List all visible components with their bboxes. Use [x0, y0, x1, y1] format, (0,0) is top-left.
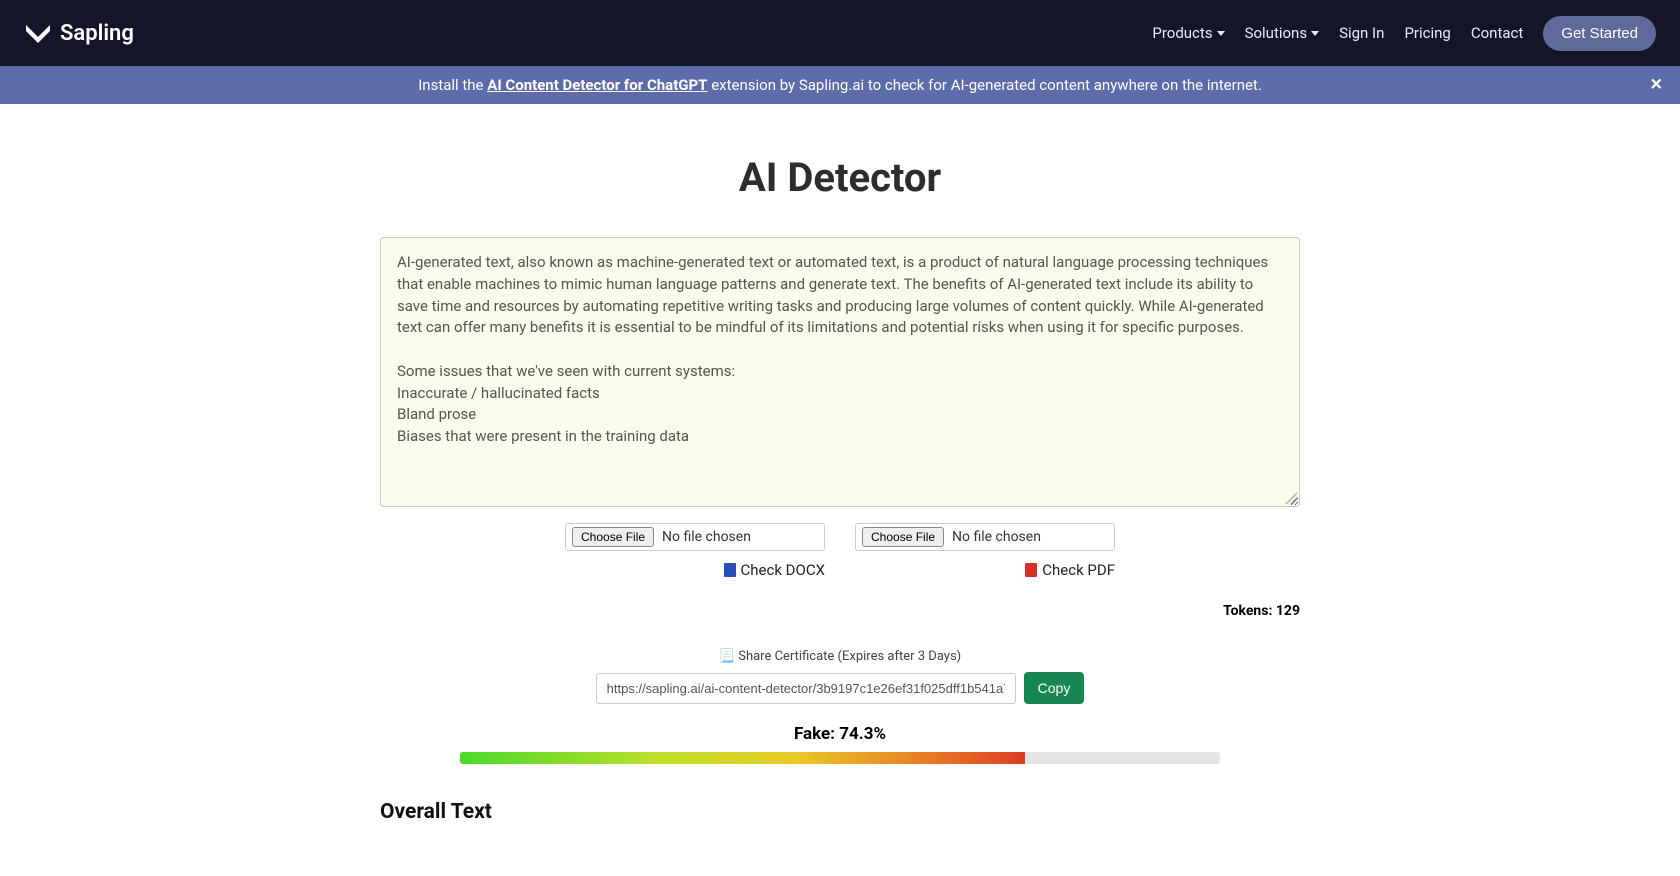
choose-file-docx-button[interactable]: Choose File	[572, 527, 654, 547]
docx-file-icon	[724, 563, 736, 577]
page-title: AI Detector	[380, 154, 1300, 201]
fake-progress-fill	[460, 752, 1025, 764]
copy-button[interactable]: Copy	[1024, 672, 1085, 704]
get-started-button[interactable]: Get Started	[1543, 16, 1656, 51]
choose-file-pdf-button[interactable]: Choose File	[862, 527, 944, 547]
close-icon[interactable]: ×	[1650, 74, 1662, 97]
text-input[interactable]: AI-generated text, also known as machine…	[380, 237, 1300, 507]
logo[interactable]: Sapling	[24, 21, 134, 46]
pdf-file-status: No file chosen	[952, 529, 1041, 545]
share-url-input[interactable]	[596, 673, 1016, 704]
banner-link[interactable]: AI Content Detector for ChatGPT	[487, 76, 707, 94]
nav-signin[interactable]: Sign In	[1339, 24, 1384, 42]
pdf-file-picker[interactable]: Choose File No file chosen	[855, 523, 1115, 551]
nav-solutions[interactable]: Solutions	[1245, 24, 1320, 42]
install-banner: Install the AI Content Detector for Chat…	[0, 66, 1680, 104]
nav-contact[interactable]: Contact	[1471, 24, 1523, 42]
check-docx-label[interactable]: Check DOCX	[724, 561, 826, 579]
share-input-row: Copy	[380, 672, 1300, 704]
chevron-down-icon	[1217, 31, 1225, 36]
overall-text-heading: Overall Text	[380, 800, 1300, 824]
logo-icon	[24, 23, 52, 43]
nav-pricing[interactable]: Pricing	[1404, 24, 1450, 42]
check-pdf-label[interactable]: Check PDF	[1025, 561, 1115, 579]
banner-text: Install the AI Content Detector for Chat…	[418, 76, 1262, 94]
docx-upload-block: Choose File No file chosen Check DOCX	[565, 523, 825, 579]
tokens-count: Tokens: 129	[380, 603, 1300, 619]
fake-progress-bar	[460, 752, 1220, 764]
docx-file-picker[interactable]: Choose File No file chosen	[565, 523, 825, 551]
pdf-file-icon	[1025, 563, 1037, 577]
pdf-upload-block: Choose File No file chosen Check PDF	[855, 523, 1115, 579]
nav-right: Products Solutions Sign In Pricing Conta…	[1152, 16, 1656, 51]
navbar: Sapling Products Solutions Sign In Prici…	[0, 0, 1680, 66]
share-section: 📃 Share Certificate (Expires after 3 Day…	[380, 649, 1300, 704]
nav-products[interactable]: Products	[1152, 24, 1224, 42]
logo-text: Sapling	[60, 21, 134, 46]
share-label: 📃 Share Certificate (Expires after 3 Day…	[380, 649, 1300, 664]
file-upload-row: Choose File No file chosen Check DOCX Ch…	[380, 523, 1300, 579]
chevron-down-icon	[1311, 31, 1319, 36]
docx-file-status: No file chosen	[662, 529, 751, 545]
fake-score-label: Fake: 74.3%	[380, 724, 1300, 744]
